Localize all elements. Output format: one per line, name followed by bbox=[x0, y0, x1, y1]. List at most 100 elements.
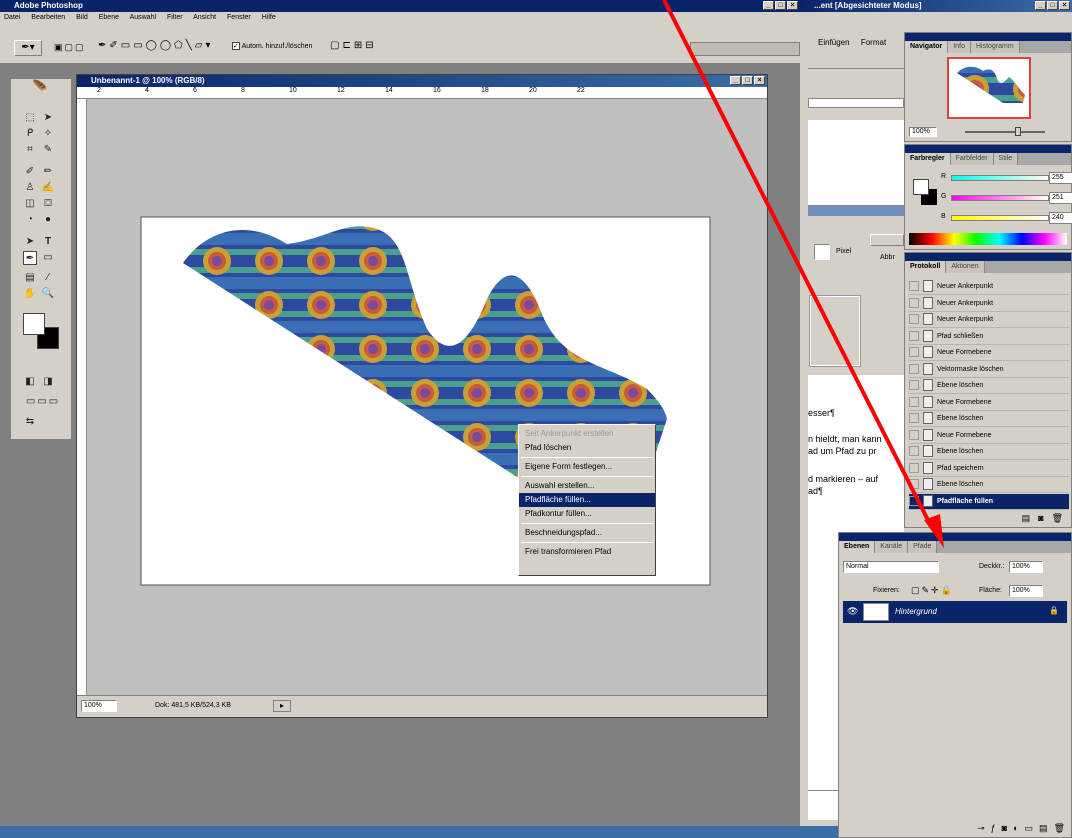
zoom-field[interactable]: 100% bbox=[81, 700, 117, 712]
minimize-button[interactable]: _ bbox=[1035, 1, 1046, 10]
new-document-icon[interactable]: ▤ bbox=[1022, 513, 1039, 523]
hand-tool-icon[interactable]: ✋ bbox=[23, 287, 37, 301]
zoom-slider-thumb[interactable] bbox=[1015, 127, 1021, 136]
minimize-button[interactable]: _ bbox=[730, 76, 741, 85]
text-tool-icon[interactable]: T bbox=[41, 235, 55, 249]
channel-g-value[interactable]: 251 bbox=[1049, 192, 1072, 204]
context-menu-item[interactable]: Beschneidungspfad... bbox=[519, 526, 655, 540]
palette-well[interactable] bbox=[690, 42, 800, 56]
brush-tool-icon[interactable]: ✏ bbox=[41, 165, 55, 179]
channel-g-slider[interactable] bbox=[951, 195, 1049, 201]
history-item[interactable]: Ebene löschen bbox=[909, 378, 1069, 394]
tab-histogramm[interactable]: Histogramm bbox=[970, 41, 1020, 53]
history-item[interactable]: Neuer Ankerpunkt bbox=[909, 279, 1069, 295]
history-checkbox[interactable] bbox=[909, 281, 919, 292]
history-checkbox[interactable] bbox=[909, 462, 919, 473]
context-menu-item[interactable]: Pfad löschen bbox=[519, 441, 655, 455]
history-item[interactable]: Neue Formebene bbox=[909, 395, 1069, 411]
tab-protokoll[interactable]: Protokoll bbox=[905, 261, 947, 273]
shape-mode-icons[interactable]: ▣▢▢ bbox=[54, 42, 86, 53]
history-item[interactable]: Vektormaske löschen bbox=[909, 362, 1069, 378]
history-item[interactable]: Pfadfläche füllen bbox=[909, 493, 1069, 510]
standard-mode-icon[interactable]: ◨ bbox=[41, 375, 55, 389]
layer-row[interactable]: 👁 Hintergrund 🔒 bbox=[843, 601, 1067, 623]
tab-navigator[interactable]: Navigator bbox=[905, 41, 949, 53]
minimize-button[interactable]: _ bbox=[763, 1, 774, 10]
history-item[interactable]: Neuer Ankerpunkt bbox=[909, 296, 1069, 312]
folder-icon[interactable]: ▭ bbox=[1025, 823, 1040, 833]
history-checkbox[interactable] bbox=[909, 446, 919, 457]
close-button[interactable]: × bbox=[787, 1, 798, 10]
spectrum-bar[interactable] bbox=[909, 233, 1067, 245]
menu-bearbeiten[interactable]: Bearbeiten bbox=[31, 14, 65, 21]
word-menu-format[interactable]: Format bbox=[861, 38, 886, 47]
menu-auswahl[interactable]: Auswahl bbox=[130, 14, 156, 21]
maximize-button[interactable]: □ bbox=[742, 76, 753, 85]
foreground-color-swatch[interactable] bbox=[23, 313, 45, 335]
maximize-button[interactable]: □ bbox=[1047, 1, 1058, 10]
adjustment-icon[interactable]: ◐ bbox=[1013, 823, 1024, 833]
slice-tool-icon[interactable]: ✎ bbox=[41, 143, 55, 157]
menu-ansicht[interactable]: Ansicht bbox=[193, 14, 216, 21]
quick-mask-icon[interactable]: ◧ bbox=[23, 375, 37, 389]
tab-farbfelder[interactable]: Farbfelder bbox=[950, 153, 994, 165]
menu-filter[interactable]: Filter bbox=[167, 14, 183, 21]
healing-brush-icon[interactable]: ✐ bbox=[23, 165, 37, 179]
history-checkbox[interactable] bbox=[909, 429, 919, 440]
history-item[interactable]: Ebene löschen bbox=[909, 444, 1069, 460]
auto-add-delete-checkbox[interactable]: ✓ Autom. hinzuf./löschen bbox=[232, 42, 312, 50]
path-select-icon[interactable]: ➤ bbox=[23, 235, 37, 249]
close-button[interactable]: × bbox=[754, 76, 765, 85]
history-checkbox[interactable] bbox=[909, 314, 919, 325]
menu-fenster[interactable]: Fenster bbox=[227, 14, 251, 21]
tab-kanaele[interactable]: Kanäle bbox=[875, 541, 909, 553]
dodge-tool-icon[interactable]: ● bbox=[41, 213, 55, 227]
imageready-icon[interactable]: ⇆ bbox=[23, 415, 37, 429]
tab-aktionen[interactable]: Aktionen bbox=[946, 261, 985, 273]
history-item[interactable]: Neuer Ankerpunkt bbox=[909, 312, 1069, 328]
path-combine-icons[interactable]: ▢⊏⊞⊟ bbox=[330, 40, 377, 51]
history-item[interactable]: Neue Formebene bbox=[909, 345, 1069, 361]
link-icon[interactable]: ⊸ bbox=[977, 823, 991, 833]
marquee-tool-icon[interactable]: ⬚ bbox=[23, 111, 37, 125]
notes-tool-icon[interactable]: ▤ bbox=[23, 271, 37, 285]
move-tool-icon[interactable]: ➤ bbox=[41, 111, 55, 125]
history-checkbox[interactable] bbox=[909, 347, 919, 358]
trash-icon[interactable]: 🗑 bbox=[1052, 513, 1071, 523]
eraser-tool-icon[interactable]: ◫ bbox=[23, 197, 37, 211]
stamp-tool-icon[interactable]: ♙ bbox=[23, 181, 37, 195]
history-item[interactable]: Ebene löschen bbox=[909, 411, 1069, 427]
channel-b-value[interactable]: 240 bbox=[1049, 212, 1072, 224]
zoom-tool-icon[interactable]: 🔍 bbox=[41, 287, 55, 301]
status-arrow-icon[interactable]: ▸ bbox=[273, 700, 291, 712]
shape-tool-icon[interactable]: ▭ bbox=[41, 251, 55, 265]
maximize-button[interactable]: □ bbox=[775, 1, 786, 10]
tab-pfade[interactable]: Pfade bbox=[908, 541, 938, 553]
eye-icon[interactable]: 👁 bbox=[847, 606, 858, 617]
color-fg-swatch[interactable] bbox=[913, 179, 929, 195]
blur-tool-icon[interactable]: ◔ bbox=[23, 213, 37, 227]
tab-info[interactable]: Info bbox=[948, 41, 971, 53]
tab-stile[interactable]: Stile bbox=[993, 153, 1019, 165]
menu-datei[interactable]: Datei bbox=[4, 14, 20, 21]
menu-bild[interactable]: Bild bbox=[76, 14, 88, 21]
pen-tool-icon[interactable]: ✒ bbox=[23, 251, 37, 265]
menu-ebene[interactable]: Ebene bbox=[99, 14, 119, 21]
abbrechen-button[interactable]: Abbr bbox=[880, 254, 895, 261]
layer-style-icon[interactable]: ƒ bbox=[991, 823, 1002, 833]
mask-icon[interactable]: ◙ bbox=[1002, 823, 1013, 833]
history-checkbox[interactable] bbox=[909, 297, 919, 308]
new-snapshot-icon[interactable]: ◙ bbox=[1038, 513, 1051, 523]
context-menu-item[interactable]: Pfadkontur füllen... bbox=[519, 507, 655, 521]
context-menu-item[interactable]: Auswahl erstellen... bbox=[519, 479, 655, 493]
channel-r-value[interactable]: 255 bbox=[1049, 172, 1072, 184]
history-item[interactable]: Ebene löschen bbox=[909, 477, 1069, 493]
path-tool-icons[interactable]: ✒✐▭▭◯◯⬠╲▱▾ bbox=[98, 40, 213, 51]
pen-tool-preset[interactable]: ✒▾ bbox=[14, 40, 42, 56]
history-checkbox[interactable] bbox=[909, 413, 919, 424]
history-checkbox[interactable] bbox=[909, 495, 919, 506]
history-item[interactable]: Neue Formebene bbox=[909, 428, 1069, 444]
trash-icon[interactable]: 🗑 bbox=[1054, 823, 1071, 833]
tab-farbregler[interactable]: Farbregler bbox=[905, 153, 951, 165]
context-menu-item[interactable]: Frei transformieren Pfad bbox=[519, 545, 655, 559]
